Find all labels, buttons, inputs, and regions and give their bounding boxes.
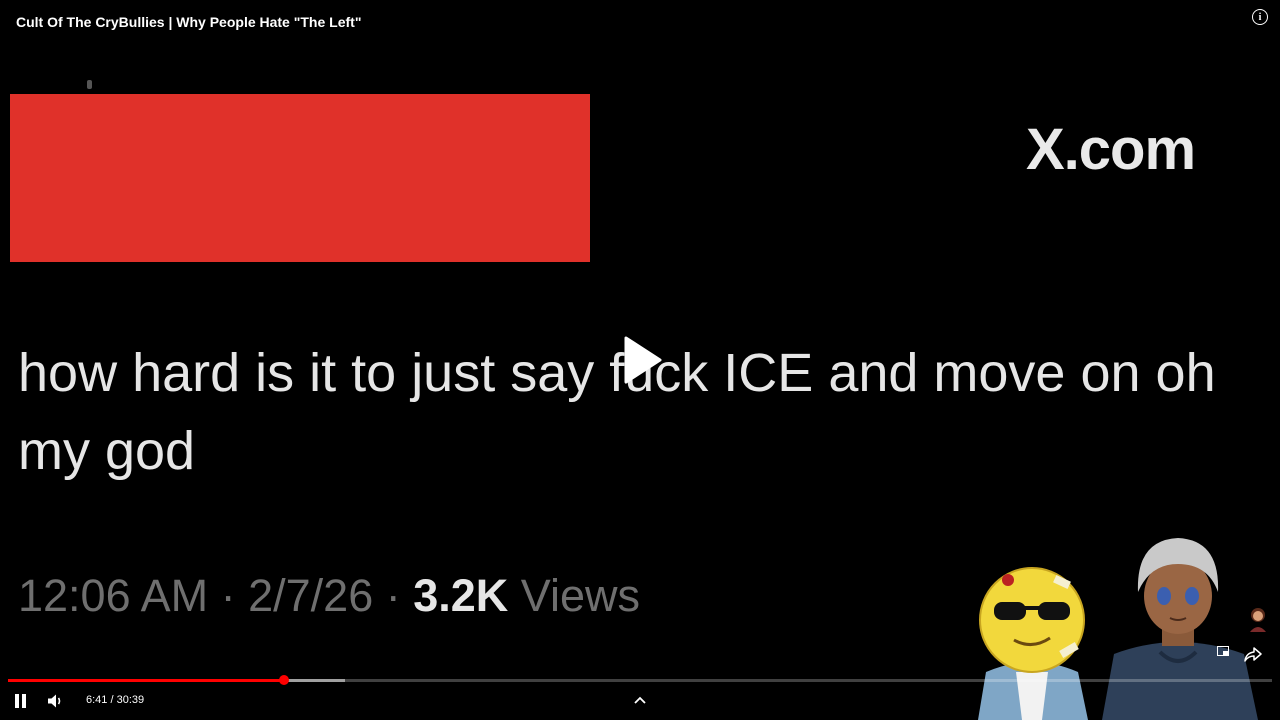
volume-icon[interactable] [46,692,64,710]
pause-button[interactable] [14,694,28,708]
site-logo: X.com [1026,117,1196,182]
tweet-time: 12:06 AM · 2/7/26 · [18,570,414,621]
video-title[interactable]: Cult Of The CryBullies | Why People Hate… [16,14,361,30]
miniplayer-icon[interactable] [1217,646,1229,656]
redaction-block [10,94,590,262]
chevron-up-icon[interactable] [633,695,647,705]
progress-scrubber-handle[interactable] [278,675,289,685]
progress-played [8,679,284,682]
time-display: 6:41 / 30:39 [86,694,144,706]
character-avatar [1102,538,1258,720]
progress-bar[interactable] [8,675,1272,685]
duration: 30:39 [116,694,145,706]
pause-icon-bar-left [15,694,19,708]
pause-icon-bar-right [22,694,26,708]
play-icon[interactable] [622,336,662,384]
tweet-views-count: 3.2K [413,570,509,621]
current-time: 6:41 [86,694,108,706]
tweet-meta: 12:06 AM · 2/7/26 · 3.2K Views [18,570,640,622]
tweet-views-label: Views [508,570,641,621]
small-mark [87,80,92,89]
emoji-avatar [978,567,1088,720]
info-icon[interactable]: i [1252,9,1268,25]
share-icon[interactable] [1244,645,1262,663]
time-separator: / [110,694,114,706]
avatar-thumbnail-icon [1250,608,1266,632]
